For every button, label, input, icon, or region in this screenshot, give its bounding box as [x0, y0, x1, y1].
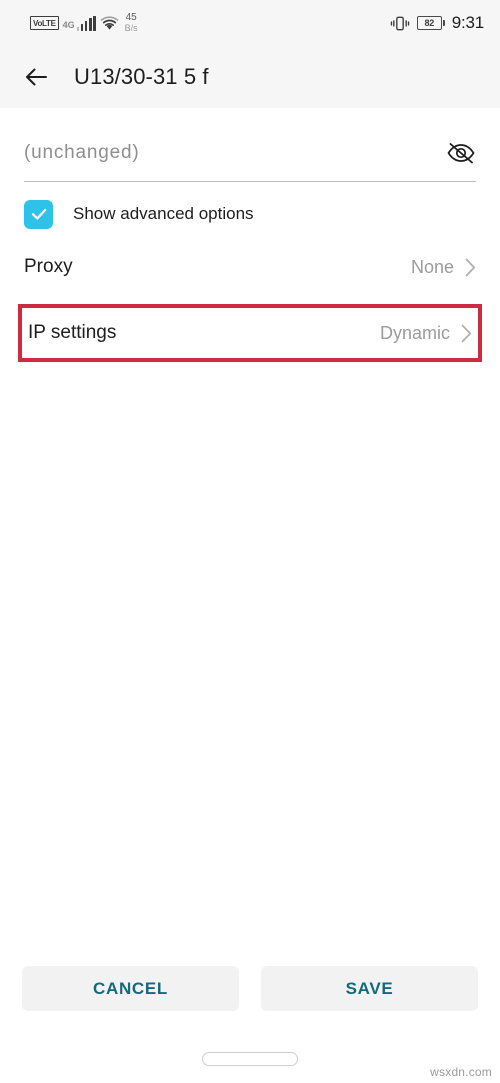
cancel-button[interactable]: CANCEL	[22, 966, 239, 1011]
page-title: U13/30-31 5 f	[74, 64, 209, 89]
check-icon	[31, 208, 46, 220]
vibrate-icon	[390, 16, 409, 30]
setting-value-proxy: None	[410, 256, 454, 277]
system-nav-bar: wsxdn.com	[0, 1035, 500, 1083]
network-type-label: 4G	[62, 20, 75, 30]
highlight-box-ip-settings: IP settings Dynamic	[18, 304, 482, 362]
status-bar-left: VoLTE 4G 45 B/s	[30, 13, 138, 33]
setting-row-ip-settings[interactable]: IP settings Dynamic	[28, 308, 472, 358]
row-spacer	[24, 292, 476, 304]
show-advanced-options-label: Show advanced options	[73, 204, 254, 223]
app-bar: U13/30-31 5 f	[0, 46, 500, 108]
status-bar: VoLTE 4G 45 B/s 82 9:31	[0, 0, 500, 46]
watermark-label: wsxdn.com	[430, 1065, 492, 1079]
back-arrow-icon[interactable]	[22, 63, 50, 91]
status-bar-clock: 9:31	[451, 13, 484, 32]
phone-screen: VoLTE 4G 45 B/s 82 9:31 U13/30-31 5 f (u…	[0, 0, 500, 1083]
save-button[interactable]: SAVE	[261, 966, 478, 1011]
volte-icon: VoLTE	[30, 16, 59, 30]
status-bar-right: 82 9:31	[390, 13, 484, 33]
home-gesture-pill[interactable]	[202, 1052, 298, 1066]
setting-label-ip-settings: IP settings	[28, 322, 117, 343]
eye-off-icon[interactable]	[446, 141, 476, 165]
footer-button-bar: CANCEL SAVE	[0, 966, 500, 1011]
data-rate-unit: B/s	[124, 23, 138, 33]
signal-bars-icon	[76, 15, 96, 31]
show-advanced-options-checkbox[interactable]	[24, 199, 53, 229]
setting-value-group-proxy: None	[411, 257, 476, 278]
setting-value-ip-settings: Dynamic	[379, 322, 450, 343]
chevron-right-icon	[465, 258, 476, 276]
data-rate-value: 45	[125, 12, 137, 23]
password-input[interactable]: (unchanged)	[24, 142, 140, 164]
wifi-icon	[100, 15, 118, 30]
battery-level-label: 82	[424, 18, 434, 28]
chevron-right-icon	[461, 324, 472, 342]
setting-row-proxy[interactable]: Proxy None	[24, 242, 476, 292]
show-advanced-options-row[interactable]: Show advanced options	[24, 186, 476, 242]
settings-content: (unchanged) Show advanced options Proxy …	[0, 108, 500, 966]
password-field-row[interactable]: (unchanged)	[24, 124, 476, 182]
setting-value-group-ip-settings: Dynamic	[380, 323, 472, 344]
setting-label-proxy: Proxy	[24, 256, 73, 277]
data-rate-indicator: 45 B/s	[124, 12, 138, 34]
battery-icon: 82	[416, 16, 445, 30]
